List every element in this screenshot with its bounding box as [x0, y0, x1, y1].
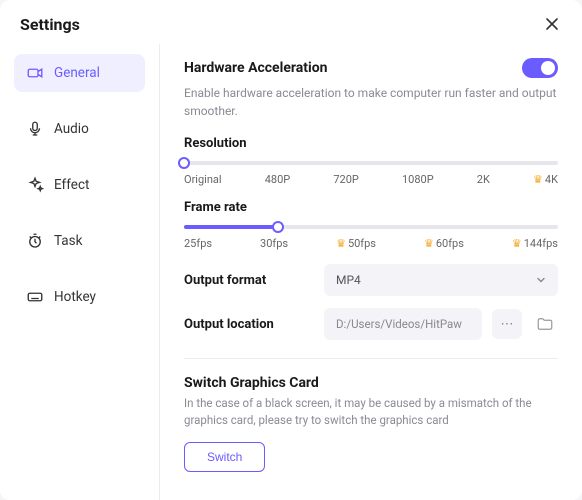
- sidebar-item-effect[interactable]: Effect: [14, 166, 145, 204]
- body: General Audio Effect Task: [0, 44, 582, 500]
- switch-graphics-button[interactable]: Switch: [184, 442, 265, 472]
- close-button[interactable]: [542, 14, 562, 34]
- divider: [184, 358, 558, 359]
- sidebar-item-label: General: [54, 65, 100, 81]
- resolution-slider[interactable]: Original 480P 720P 1080P 2K ♛4K: [184, 161, 558, 186]
- resolution-ticks: Original 480P 720P 1080P 2K ♛4K: [184, 173, 558, 186]
- browse-button[interactable]: ⋯: [492, 309, 522, 339]
- frame-rate-tick: ♛144fps: [512, 237, 558, 250]
- output-location-input[interactable]: D:/Users/Videos/HitPaw: [324, 308, 482, 340]
- window-title: Settings: [20, 15, 80, 34]
- sidebar-item-label: Audio: [54, 121, 89, 137]
- hardware-accel-description: Enable hardware acceleration to make com…: [184, 84, 558, 120]
- output-format-row: Output format MP4: [184, 264, 558, 296]
- sidebar-item-hotkey[interactable]: Hotkey: [14, 278, 145, 316]
- frame-rate-title: Frame rate: [184, 200, 558, 215]
- frame-rate-tick: 30fps: [260, 237, 288, 250]
- resolution-title: Resolution: [184, 136, 558, 151]
- settings-window: Settings General Audio: [0, 0, 582, 500]
- camera-icon: [26, 64, 44, 82]
- output-format-label: Output format: [184, 273, 314, 288]
- folder-icon: [536, 315, 554, 333]
- resolution-tick: 2K: [477, 173, 490, 186]
- sidebar-item-audio[interactable]: Audio: [14, 110, 145, 148]
- microphone-icon: [26, 120, 44, 138]
- chevron-down-icon: [536, 275, 546, 285]
- frame-rate-slider[interactable]: 25fps 30fps ♛50fps ♛60fps ♛144fps: [184, 225, 558, 250]
- crown-icon: ♛: [512, 237, 522, 250]
- frame-rate-tick: 25fps: [184, 237, 212, 250]
- output-location-value: D:/Users/Videos/HitPaw: [336, 317, 462, 331]
- graphics-card-description: In the case of a black screen, it may be…: [184, 395, 558, 430]
- crown-icon: ♛: [336, 237, 346, 250]
- sidebar-item-label: Hotkey: [54, 289, 96, 305]
- output-location-label: Output location: [184, 317, 314, 332]
- resolution-tick: 1080P: [402, 173, 434, 186]
- sidebar-item-general[interactable]: General: [14, 54, 145, 92]
- crown-icon: ♛: [533, 173, 543, 186]
- sidebar: General Audio Effect Task: [0, 44, 160, 500]
- sparkle-icon: [26, 176, 44, 194]
- sidebar-item-label: Effect: [54, 177, 89, 193]
- hardware-accel-title: Hardware Acceleration: [184, 60, 327, 76]
- resolution-tick: 720P: [333, 173, 359, 186]
- graphics-card-title: Switch Graphics Card: [184, 375, 558, 391]
- crown-icon: ♛: [424, 237, 434, 250]
- keyboard-icon: [26, 288, 44, 306]
- main-panel: Hardware Acceleration Enable hardware ac…: [160, 44, 582, 500]
- hardware-accel-header: Hardware Acceleration: [184, 58, 558, 78]
- ellipsis-icon: ⋯: [501, 317, 514, 332]
- output-format-value: MP4: [336, 273, 361, 287]
- sidebar-item-task[interactable]: Task: [14, 222, 145, 260]
- output-location-row: Output location D:/Users/Videos/HitPaw ⋯: [184, 308, 558, 340]
- resolution-tick: Original: [184, 173, 222, 186]
- frame-rate-tick: ♛60fps: [424, 237, 464, 250]
- clock-icon: [26, 232, 44, 250]
- frame-rate-tick: ♛50fps: [336, 237, 376, 250]
- open-folder-button[interactable]: [532, 311, 558, 337]
- hardware-accel-toggle[interactable]: [522, 58, 558, 78]
- title-bar: Settings: [0, 0, 582, 44]
- resolution-tick: ♛4K: [533, 173, 558, 186]
- output-format-select[interactable]: MP4: [324, 264, 558, 296]
- resolution-tick: 480P: [265, 173, 291, 186]
- sidebar-item-label: Task: [54, 233, 82, 249]
- frame-rate-ticks: 25fps 30fps ♛50fps ♛60fps ♛144fps: [184, 237, 558, 250]
- close-icon: [545, 17, 559, 31]
